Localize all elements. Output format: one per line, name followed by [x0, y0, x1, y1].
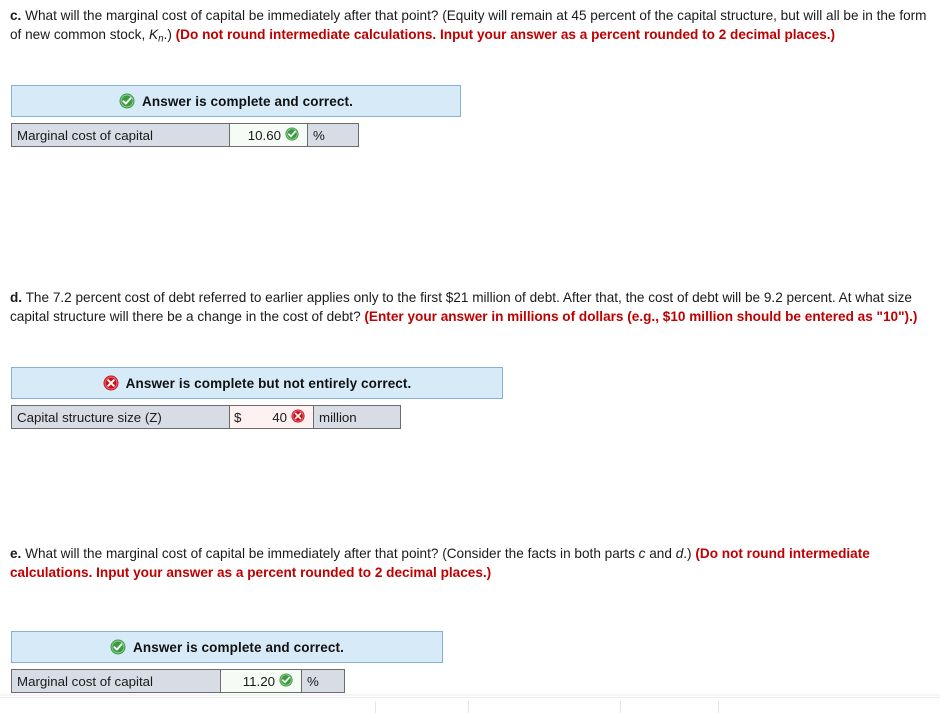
grid-divider: [468, 701, 469, 713]
answer-label-text-c: Marginal cost of capital: [17, 127, 153, 143]
status-banner-text-d: Answer is complete but not entirely corr…: [125, 375, 412, 391]
answer-unit-text-d: million: [319, 409, 357, 425]
question-instruction-c: (Do not round intermediate calculations.…: [175, 27, 836, 43]
x-circle-icon: [291, 409, 307, 425]
answer-unit-text-c: %: [313, 127, 325, 143]
question-text-part-e: e. What will the marginal cost of capita…: [10, 544, 935, 583]
answer-label-text-e: Marginal cost of capital: [17, 673, 153, 689]
status-banner-part-e: Answer is complete and correct.: [11, 631, 443, 663]
check-circle-icon: [110, 639, 126, 655]
answer-value-input-part-d[interactable]: $ 40: [230, 406, 314, 428]
answer-label-part-d: Capital structure size (Z): [12, 406, 230, 428]
grid-divider: [718, 701, 719, 713]
question-text-part-d: d. The 7.2 percent cost of debt referred…: [10, 288, 935, 327]
answer-row-part-c: Marginal cost of capital 10.60 %: [11, 123, 359, 147]
x-circle-icon: [103, 375, 119, 391]
answer-value-input-part-c[interactable]: 10.60: [230, 124, 308, 146]
answer-label-part-e: Marginal cost of capital: [12, 670, 221, 692]
answer-unit-part-e: %: [302, 670, 344, 692]
answer-label-text-d: Capital structure size (Z): [17, 409, 162, 425]
status-banner-text-c: Answer is complete and correct.: [142, 93, 353, 109]
check-circle-icon: [279, 673, 295, 689]
question-body-e-text3: .): [683, 546, 696, 561]
question-body-e-text2: and: [645, 546, 676, 561]
question-instruction-d: (Enter your answer in millions of dollar…: [364, 309, 918, 325]
question-letter-d: d.: [10, 290, 23, 305]
question-body-e-text1: What will the marginal cost of capital b…: [25, 546, 639, 561]
check-circle-icon: [285, 127, 301, 143]
page-bottom-strip: [0, 694, 940, 696]
question-letter-e: e.: [10, 546, 22, 561]
answer-value-text-d: 40: [272, 409, 287, 425]
status-banner-part-d: Answer is complete but not entirely corr…: [11, 367, 503, 399]
question-text-part-c: c. What will the marginal cost of capita…: [10, 6, 935, 47]
answer-value-text-c: 10.60: [247, 127, 281, 143]
page-bottom-grid: [0, 697, 940, 713]
answer-row-part-e: Marginal cost of capital 11.20 %: [11, 669, 345, 693]
status-banner-text-e: Answer is complete and correct.: [133, 639, 344, 655]
status-banner-part-c: Answer is complete and correct.: [11, 85, 461, 117]
answer-value-text-e: 11.20: [242, 673, 275, 689]
symbol-k: K: [149, 27, 159, 43]
answer-label-part-c: Marginal cost of capital: [12, 124, 230, 146]
question-letter-c: c.: [10, 8, 22, 23]
grid-divider: [375, 701, 376, 713]
answer-unit-text-e: %: [307, 673, 319, 689]
answer-unit-part-c: %: [308, 124, 358, 146]
currency-prefix-d: $: [234, 409, 242, 425]
answer-value-input-part-e[interactable]: 11.20: [221, 670, 302, 692]
question-body-c-text2: .): [163, 27, 176, 43]
check-circle-icon: [119, 93, 135, 109]
answer-row-part-d: Capital structure size (Z) $ 40 million: [11, 405, 401, 429]
grid-divider: [620, 701, 621, 713]
answer-unit-part-d: million: [314, 406, 400, 428]
